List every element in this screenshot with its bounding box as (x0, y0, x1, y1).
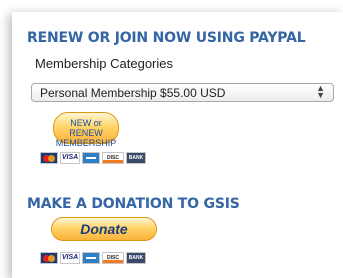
mastercard-icon (40, 152, 58, 164)
payment-methods-donate: VISA DISC BANK (40, 252, 146, 264)
mastercard-icon (40, 252, 58, 264)
renew-heading: RENEW OR JOIN NOW USING PAYPAL (27, 30, 306, 46)
bank-icon: BANK (126, 252, 146, 264)
donation-heading: MAKE A DONATION TO GSIS (27, 196, 240, 212)
payment-methods-renew: VISA DISC BANK (40, 152, 146, 164)
new-or-renew-membership-button[interactable]: NEW or RENEW MEMBERSHIP (53, 112, 119, 148)
amex-icon (82, 152, 100, 164)
visa-icon: VISA (60, 252, 80, 264)
bank-icon: BANK (126, 152, 146, 164)
donate-button[interactable]: Donate (51, 217, 157, 241)
select-arrows-icon: ▲ ▼ (316, 83, 325, 100)
amex-icon (82, 252, 100, 264)
membership-categories-label: Membership Categories (35, 56, 174, 71)
discover-icon: DISC (102, 252, 124, 264)
membership-select[interactable]: Personal Membership $55.00 USD ▲ ▼ (31, 83, 334, 102)
membership-select-value: Personal Membership $55.00 USD (40, 86, 226, 100)
discover-icon: DISC (102, 152, 124, 164)
visa-icon: VISA (60, 152, 80, 164)
